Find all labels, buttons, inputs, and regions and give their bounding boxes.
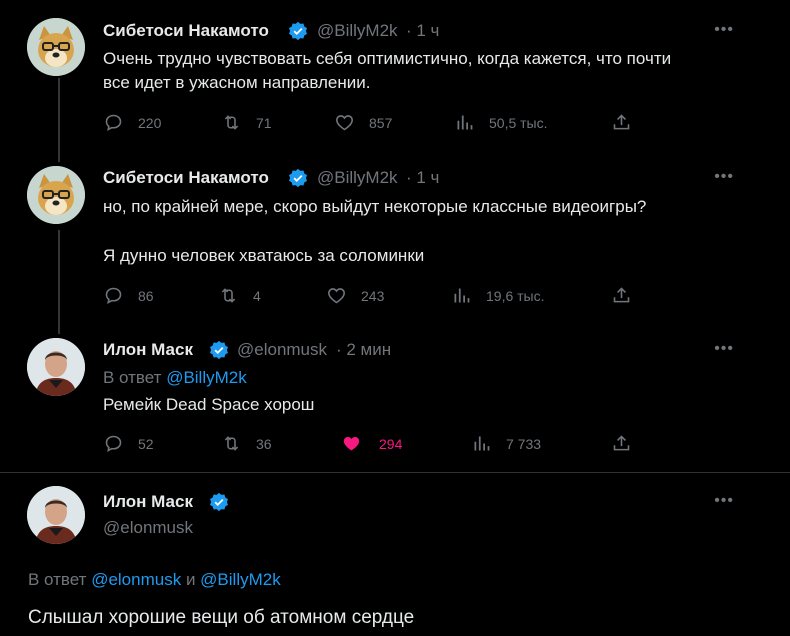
views-count: 19,6 тыс. (486, 287, 545, 304)
tweet-text: Я дунно человек хватаюсь за соломинки (103, 246, 425, 265)
replying-to-link[interactable]: @elonmusk (91, 570, 181, 589)
like-icon (336, 115, 353, 131)
more-icon[interactable]: ••• (714, 168, 734, 186)
timestamp[interactable]: · 2 мин (336, 340, 391, 360)
thread-connector (58, 78, 60, 162)
views-button[interactable]: 7 733 (471, 433, 541, 454)
tweet-text: но, по крайней мере, скоро выйдут некото… (103, 197, 647, 216)
share-icon (613, 287, 630, 303)
tweet-text: Ремейк Dead Space хорош (103, 395, 315, 414)
retweet-icon (224, 115, 239, 130)
share-button[interactable] (611, 112, 632, 133)
retweet-icon (221, 288, 236, 303)
author-handle[interactable]: @elonmusk (103, 518, 193, 538)
timestamp[interactable]: · 1 ч (406, 21, 439, 41)
like-icon (328, 288, 345, 304)
views-icon (454, 288, 470, 303)
reply-count: 220 (138, 114, 162, 131)
like-count: 857 (369, 114, 393, 131)
reply-button[interactable]: 220 (103, 112, 161, 133)
like-count: 294 (379, 435, 403, 452)
retweet-button[interactable]: 71 (221, 112, 272, 133)
author-name[interactable]: Илон Маск (103, 340, 193, 360)
timestamp[interactable]: · 1 ч (406, 168, 439, 188)
retweet-count: 4 (253, 287, 261, 304)
replying-to-link[interactable]: @BillyM2k (166, 368, 247, 387)
reply-icon (105, 114, 122, 131)
views-button[interactable]: 50,5 тыс. (454, 112, 548, 133)
like-button[interactable]: 243 (326, 285, 384, 306)
replying-to-link[interactable]: @BillyM2k (200, 570, 281, 589)
reply-icon (105, 435, 122, 452)
views-icon (474, 436, 490, 451)
more-icon[interactable]: ••• (714, 492, 734, 510)
like-button[interactable]: 294 (341, 433, 402, 454)
replying-to-label: В ответ (103, 368, 162, 387)
author-handle[interactable]: @elonmusk (237, 340, 327, 360)
reply-count: 86 (138, 287, 154, 304)
avatar[interactable] (27, 18, 85, 76)
author-name[interactable]: Сибетоси Накамото (103, 21, 269, 41)
views-button[interactable]: 19,6 тыс. (451, 285, 545, 306)
more-icon[interactable]: ••• (714, 21, 734, 39)
reply-button[interactable]: 52 (103, 433, 154, 454)
like-count: 243 (361, 287, 385, 304)
author-handle[interactable]: @BillyM2k (317, 168, 398, 188)
share-icon (613, 435, 630, 451)
divider (0, 472, 790, 473)
tweet-text-line: Очень трудно чувствовать себя оптимистич… (103, 49, 672, 68)
views-count: 7 733 (506, 435, 542, 452)
reply-button[interactable]: 86 (103, 285, 154, 306)
like-button[interactable]: 857 (334, 112, 392, 133)
avatar[interactable] (27, 338, 85, 396)
share-button[interactable] (611, 433, 632, 454)
avatar[interactable] (27, 486, 85, 544)
views-icon (457, 115, 473, 130)
share-button[interactable] (611, 285, 632, 306)
tweet-text: Слышал хорошие вещи об атомном сердце (28, 607, 415, 628)
replying-to: В ответ @BillyM2k (103, 368, 247, 388)
author-name[interactable]: Илон Маск (103, 492, 193, 512)
verified-badge-icon (210, 340, 228, 360)
replying-to: В ответ @elonmusk и @BillyM2k (28, 570, 281, 590)
retweet-count: 36 (256, 435, 272, 452)
reply-count: 52 (138, 435, 154, 452)
more-icon[interactable]: ••• (714, 340, 734, 358)
share-icon (613, 114, 630, 130)
views-count: 50,5 тыс. (489, 114, 548, 131)
verified-badge-icon (210, 492, 228, 512)
tweet-text: Очень трудно чувствовать себя оптимистич… (103, 47, 763, 95)
retweet-button[interactable]: 4 (218, 285, 261, 306)
replying-to-conjunction: и (185, 570, 196, 589)
retweet-button[interactable]: 36 (221, 433, 272, 454)
verified-badge-icon (289, 168, 307, 188)
retweet-count: 71 (256, 114, 272, 131)
like-icon (343, 436, 360, 451)
verified-badge-icon (289, 21, 307, 41)
author-handle[interactable]: @BillyM2k (317, 21, 398, 41)
thread-connector (58, 230, 60, 334)
author-name[interactable]: Сибетоси Накамото (103, 168, 269, 188)
tweet-text-line: все идет в ужасном направлении. (103, 73, 371, 92)
retweet-icon (224, 436, 239, 451)
avatar[interactable] (27, 166, 85, 224)
reply-icon (105, 287, 122, 304)
replying-to-label: В ответ (28, 570, 87, 589)
